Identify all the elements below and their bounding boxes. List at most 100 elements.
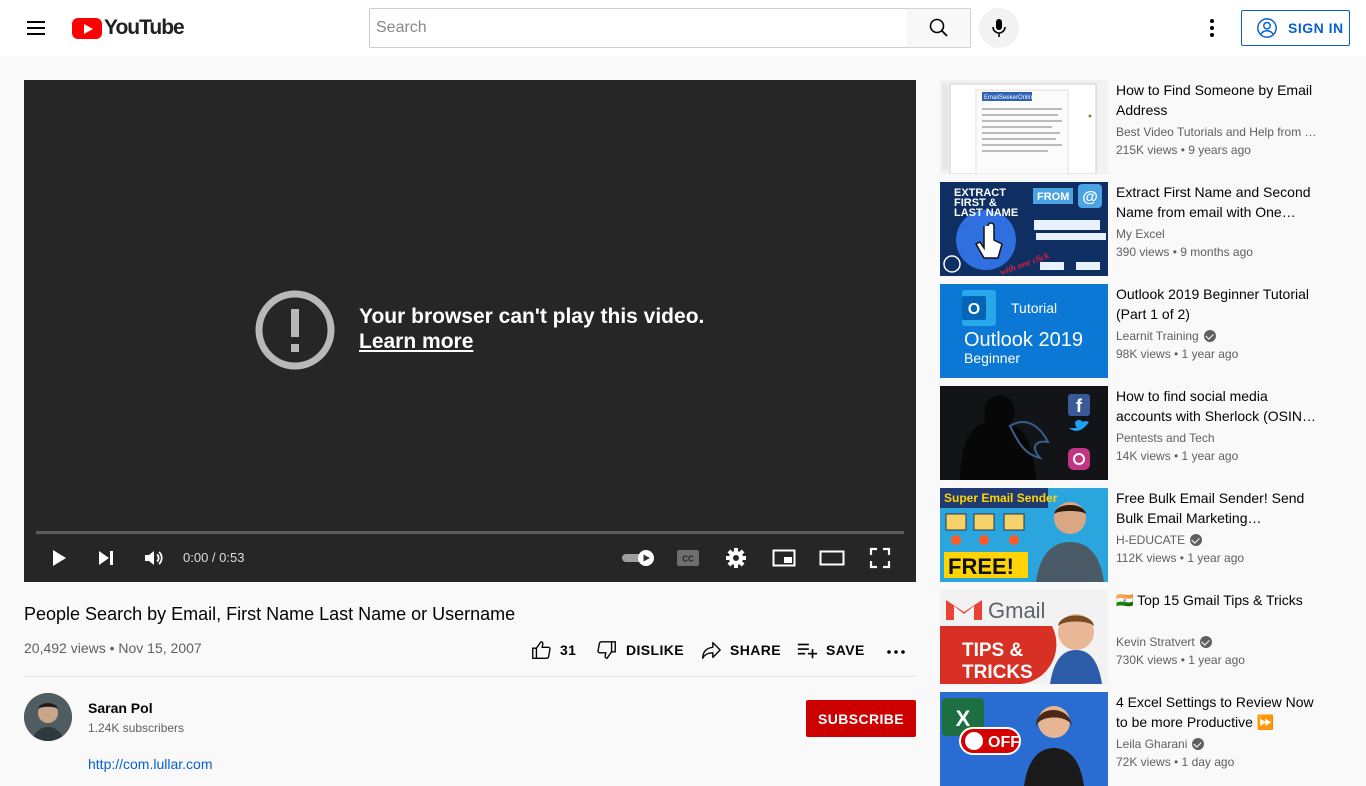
share-label: SHARE <box>730 642 782 658</box>
recommendation-item[interactable]: EXTRACT FIRST & LAST NAME FROM @ with on… <box>940 182 1340 276</box>
captions-button[interactable]: CC <box>670 544 706 572</box>
video-thumbnail[interactable]: X OFF <box>940 692 1108 786</box>
description-link[interactable]: http://com.lullar.com <box>88 756 213 772</box>
verified-badge-icon <box>1192 738 1205 750</box>
recommendation-channel[interactable]: Kevin Stratvert <box>1116 635 1316 649</box>
playlist-add-icon <box>797 643 818 659</box>
video-thumbnail[interactable]: EmailSeekerOnline <box>940 80 1108 174</box>
alert-icon <box>255 290 335 370</box>
voice-search-button[interactable] <box>979 8 1019 48</box>
playback-error-message: Your browser can't play this video. <box>359 305 705 328</box>
video-thumbnail[interactable]: Super Email Sender FREE! <box>940 488 1108 582</box>
youtube-play-icon <box>72 17 102 39</box>
settings-button[interactable] <box>718 544 754 572</box>
closed-captions-icon: CC <box>677 550 699 566</box>
recommendation-item[interactable]: Gmail TIPS & TRICKS 🇮🇳 Top 15 Gmail Tips… <box>940 590 1340 684</box>
autoplay-toggle[interactable] <box>618 544 658 572</box>
miniplayer-button[interactable] <box>766 544 802 572</box>
recommendation-title[interactable]: 4 Excel Settings to Review Now to be mor… <box>1116 692 1316 732</box>
recommendation-item[interactable]: O Tutorial Outlook 2019 Beginner Outlook… <box>940 284 1340 378</box>
recommendation-channel[interactable]: Pentests and Tech <box>1116 431 1316 445</box>
thumbnail-text: Beginner <box>964 350 1020 366</box>
search-button[interactable] <box>907 8 971 48</box>
search-input[interactable] <box>370 9 907 47</box>
logo-text: YouTube <box>104 16 185 39</box>
video-player[interactable]: Your browser can't play this video. Lear… <box>24 80 916 582</box>
recommendation-item[interactable]: Super Email Sender FREE! Free Bulk Email… <box>940 488 1340 582</box>
fullscreen-button[interactable] <box>862 544 898 572</box>
recommendation-title[interactable]: Extract First Name and Second Name from … <box>1116 182 1316 222</box>
recommendation-meta: 390 views • 9 months ago <box>1116 245 1253 259</box>
recommendation-channel[interactable]: Learnit Training <box>1116 329 1316 343</box>
more-horizontal-icon <box>887 650 905 654</box>
svg-text:X: X <box>956 706 971 731</box>
recommendation-title[interactable]: How to Find Someone by Email Address <box>1116 80 1316 120</box>
dislike-button[interactable]: DISLIKE <box>596 636 684 664</box>
channel-avatar[interactable] <box>24 693 72 741</box>
progress-bar[interactable] <box>36 531 904 534</box>
divider <box>24 676 916 677</box>
svg-text:f: f <box>1076 396 1083 416</box>
video-thumbnail[interactable]: f <box>940 386 1108 480</box>
sign-in-label: SIGN IN <box>1288 20 1344 36</box>
video-thumbnail[interactable]: EXTRACT FIRST & LAST NAME FROM @ with on… <box>940 182 1108 276</box>
thumbnail-text: TIPS & <box>962 640 1024 661</box>
gear-icon <box>726 548 746 568</box>
thumbnail-text: Super Email Sender <box>944 491 1058 505</box>
subscribe-button[interactable]: SUBSCRIBE <box>806 700 916 737</box>
recommendation-channel-name: Learnit Training <box>1116 329 1199 343</box>
recommendation-channel[interactable]: My Excel <box>1116 227 1316 241</box>
search-icon <box>929 18 948 37</box>
save-button[interactable]: SAVE <box>796 636 865 664</box>
video-thumbnail[interactable]: Gmail TIPS & TRICKS <box>940 590 1108 684</box>
recommendation-title[interactable]: Outlook 2019 Beginner Tutorial (Part 1 o… <box>1116 284 1316 324</box>
like-count: 31 <box>560 642 577 658</box>
recommendation-channel-name: My Excel <box>1116 227 1165 241</box>
share-button[interactable]: SHARE <box>700 636 781 664</box>
sign-in-button[interactable]: SIGN IN <box>1241 10 1350 46</box>
recommendation-title[interactable]: 🇮🇳 Top 15 Gmail Tips & Tricks <box>1116 590 1316 610</box>
more-actions-button[interactable] <box>884 636 908 664</box>
recommendation-item[interactable]: X OFF 4 Excel Settings to Review Now to … <box>940 692 1340 786</box>
channel-name[interactable]: Saran Pol <box>88 700 153 716</box>
menu-icon[interactable] <box>24 16 48 40</box>
recommendation-channel[interactable]: Leila Gharani <box>1116 737 1316 751</box>
recommendation-title[interactable]: How to find social media accounts with S… <box>1116 386 1316 426</box>
thumbnail-text: FREE! <box>948 554 1014 579</box>
theater-mode-button[interactable] <box>814 544 850 572</box>
recommendation-channel-name: Leila Gharani <box>1116 737 1188 751</box>
recommendation-channel-name: Best Video Tutorials and Help from … <box>1116 125 1316 139</box>
next-button[interactable] <box>88 544 124 572</box>
share-icon <box>702 641 721 659</box>
thumbnail-text: EmailSeekerOnline <box>984 95 1036 101</box>
recommendation-item[interactable]: EmailSeekerOnline How to Find Someone by… <box>940 80 1340 174</box>
miniplayer-icon <box>772 549 796 567</box>
thumbs-down-icon <box>597 641 616 659</box>
recommendation-channel[interactable]: Best Video Tutorials and Help from … <box>1116 125 1316 139</box>
recommendation-meta: 215K views • 9 years ago <box>1116 143 1251 157</box>
recommendation-title[interactable]: Free Bulk Email Sender! Send Bulk Email … <box>1116 488 1316 528</box>
youtube-logo[interactable]: YouTube <box>72 16 185 39</box>
video-title: People Search by Email, First Name Last … <box>24 604 516 624</box>
recommendation-meta: 98K views • 1 year ago <box>1116 347 1239 361</box>
recommendation-channel-name: Kevin Stratvert <box>1116 635 1195 649</box>
video-thumbnail[interactable]: O Tutorial Outlook 2019 Beginner <box>940 284 1108 378</box>
recommendation-meta: 72K views • 1 day ago <box>1116 755 1235 769</box>
verified-badge-icon <box>1203 330 1216 342</box>
thumbnail-text: @ <box>1082 189 1098 206</box>
more-options-icon[interactable] <box>1200 16 1224 40</box>
learn-more-link[interactable]: Learn more <box>359 330 473 354</box>
play-button[interactable] <box>41 544 77 572</box>
masthead: YouTube SIGN IN <box>0 0 1366 56</box>
mute-button[interactable] <box>135 544 171 572</box>
like-button[interactable]: 31 <box>530 636 576 664</box>
dislike-label: DISLIKE <box>626 642 685 658</box>
recommendation-channel[interactable]: H-EDUCATE <box>1116 533 1316 547</box>
verified-badge-icon <box>1199 636 1212 648</box>
skip-next-icon <box>99 551 113 565</box>
play-icon <box>53 550 66 566</box>
svg-text:CC: CC <box>682 555 694 564</box>
recommendation-channel-name: Pentests and Tech <box>1116 431 1215 445</box>
recommendation-item[interactable]: f How to find social media accounts with… <box>940 386 1340 480</box>
time-display: 0:00 / 0:53 <box>183 550 245 565</box>
